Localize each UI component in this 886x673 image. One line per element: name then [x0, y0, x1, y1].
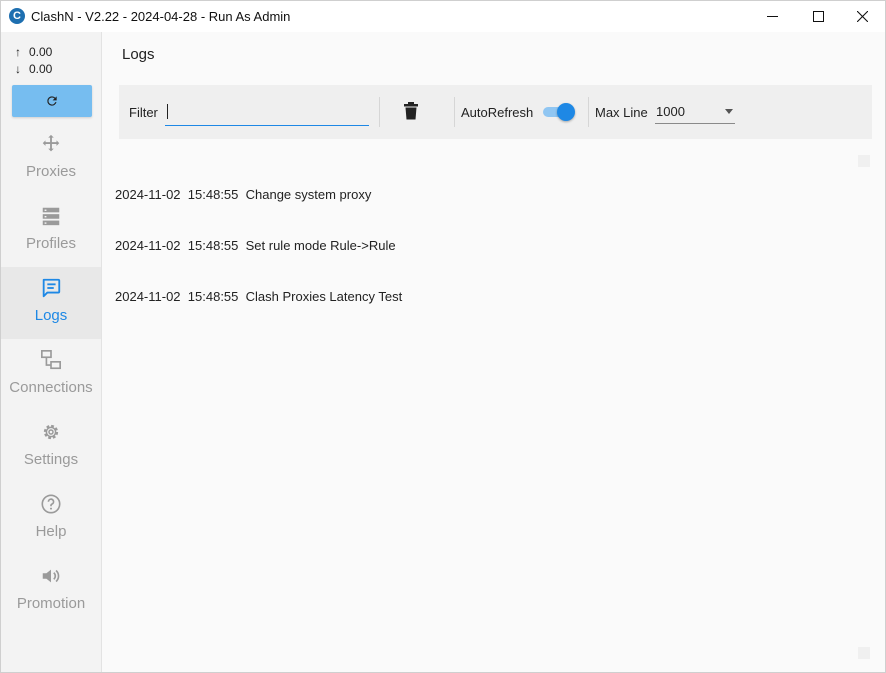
connections-icon	[41, 350, 61, 370]
trash-icon	[404, 102, 418, 120]
filter-label: Filter	[129, 105, 158, 120]
log-line: 2024-11-02 15:48:55 Set rule mode Rule->…	[115, 237, 402, 254]
upload-arrow-icon: ↑	[15, 45, 21, 59]
download-arrow-icon: ↓	[15, 62, 21, 76]
refresh-button[interactable]	[12, 85, 92, 117]
maximize-icon	[812, 11, 824, 22]
filter-input[interactable]	[165, 99, 369, 126]
sidebar-item-settings[interactable]: Settings	[1, 411, 101, 483]
scroll-down-button[interactable]	[858, 647, 870, 659]
download-speed: ↓ 0.00	[15, 62, 52, 76]
scroll-up-button[interactable]	[858, 155, 870, 167]
log-toolbar: Filter AutoRefresh Max Line 1000	[119, 85, 872, 139]
close-icon	[856, 11, 868, 22]
sidebar-item-connections[interactable]: Connections	[1, 339, 101, 411]
log-line: 2024-11-02 15:48:55 Clash Proxies Latenc…	[115, 288, 402, 305]
log-output[interactable]: 2024-11-02 15:48:55 Change system proxy …	[115, 152, 402, 339]
logs-icon	[42, 278, 61, 298]
log-time: 15:48:55	[187, 238, 239, 253]
clear-logs-button[interactable]	[403, 102, 419, 125]
download-value: 0.00	[29, 62, 53, 76]
gear-icon	[43, 424, 59, 440]
sidebar-item-label: Profiles	[25, 235, 77, 252]
sidebar-item-label: Logs	[34, 307, 68, 324]
sidebar-item-profiles[interactable]: Profiles	[1, 195, 101, 267]
divider	[454, 97, 455, 127]
sidebar-item-help[interactable]: Help	[1, 483, 101, 555]
page-title: Logs	[122, 46, 155, 63]
proxies-icon	[42, 134, 60, 152]
sidebar-item-proxies[interactable]: Proxies	[1, 123, 101, 195]
maximize-button[interactable]	[795, 1, 841, 32]
sidebar-item-promotion[interactable]: Promotion	[1, 555, 101, 627]
log-line: 2024-11-02 15:48:55 Change system proxy	[115, 186, 402, 203]
log-time: 15:48:55	[187, 289, 239, 304]
sidebar-item-label: Connections	[9, 379, 93, 396]
upload-speed: ↑ 0.00	[15, 45, 52, 59]
refresh-icon	[47, 96, 57, 106]
app-window: C ClashN - V2.22 - 2024-04-28 - Run As A…	[0, 0, 886, 673]
log-message: Change system proxy	[245, 187, 372, 202]
minimize-button[interactable]	[749, 1, 795, 32]
speaker-icon	[42, 569, 60, 583]
chevron-down-icon	[725, 109, 733, 114]
log-date: 2024-11-02	[115, 187, 181, 202]
text-caret	[167, 104, 168, 119]
log-time: 15:48:55	[187, 187, 239, 202]
toggle-thumb	[557, 103, 575, 121]
sidebar-item-logs[interactable]: Logs	[1, 267, 101, 339]
divider	[588, 97, 589, 127]
sidebar-item-label: Proxies	[25, 163, 77, 180]
title-bar[interactable]: C ClashN - V2.22 - 2024-04-28 - Run As A…	[1, 1, 885, 32]
maxline-value: 1000	[656, 104, 685, 119]
autorefresh-label: AutoRefresh	[461, 105, 534, 120]
sidebar-item-label: Settings	[23, 451, 79, 468]
window-title: ClashN - V2.22 - 2024-04-28 - Run As Adm…	[31, 9, 291, 24]
close-button[interactable]	[839, 1, 885, 32]
help-icon	[41, 494, 61, 514]
profiles-icon	[42, 207, 60, 226]
log-message: Clash Proxies Latency Test	[245, 289, 403, 304]
autorefresh-toggle[interactable]	[543, 103, 575, 121]
sidebar: ↑ 0.00 ↓ 0.00 Proxies Profiles Logs Conn…	[1, 32, 102, 672]
maxline-select[interactable]: 1000	[655, 99, 735, 124]
sidebar-item-label: Promotion	[16, 595, 86, 612]
upload-value: 0.00	[29, 45, 53, 59]
log-date: 2024-11-02	[115, 238, 181, 253]
divider	[379, 97, 380, 127]
maxline-label: Max Line	[595, 105, 648, 120]
sidebar-item-label: Help	[35, 523, 67, 540]
log-message: Set rule mode Rule->Rule	[245, 238, 396, 253]
minimize-icon	[766, 16, 778, 17]
log-date: 2024-11-02	[115, 289, 181, 304]
app-logo-icon: C	[9, 8, 25, 24]
